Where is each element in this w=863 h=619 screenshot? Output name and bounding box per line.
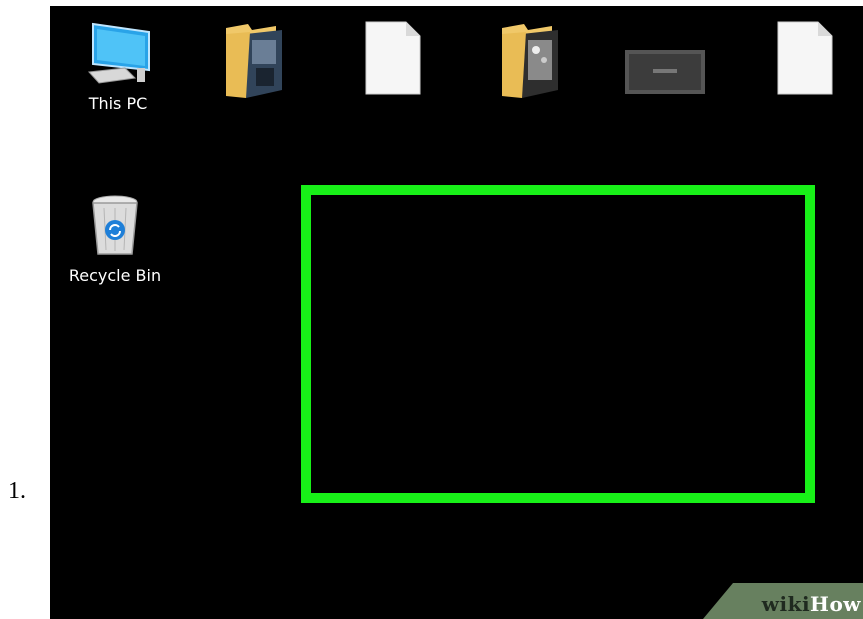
photo-folder-icon <box>226 24 282 98</box>
photo-folder-2[interactable] <box>498 20 564 105</box>
document-icon <box>777 21 833 95</box>
highlight-box <box>301 185 815 503</box>
recycle-bin-label: Recycle Bin <box>68 266 162 285</box>
wikihow-how-text: How <box>810 592 861 616</box>
photo-folder-1[interactable] <box>222 20 288 105</box>
this-pc-label: This PC <box>88 94 148 113</box>
recycle-bin-icon <box>92 195 138 255</box>
document-file-1[interactable] <box>364 20 422 101</box>
photo-folder-icon <box>502 24 558 98</box>
image-file[interactable] <box>625 50 705 99</box>
this-pc-shortcut[interactable]: This PC <box>78 20 158 113</box>
document-file-2[interactable] <box>776 20 834 101</box>
step-number: 1. <box>8 478 26 504</box>
wikihow-logo-text: wikiHow <box>761 592 861 616</box>
monitor-icon <box>87 22 150 84</box>
document-icon <box>365 21 421 95</box>
desktop[interactable]: This PC Recycle Bin wikiHow <box>50 6 863 619</box>
wikihow-watermark: wikiHow <box>703 583 863 619</box>
recycle-bin-shortcut[interactable]: Recycle Bin <box>60 194 170 285</box>
image-thumbnail-icon <box>625 50 705 94</box>
